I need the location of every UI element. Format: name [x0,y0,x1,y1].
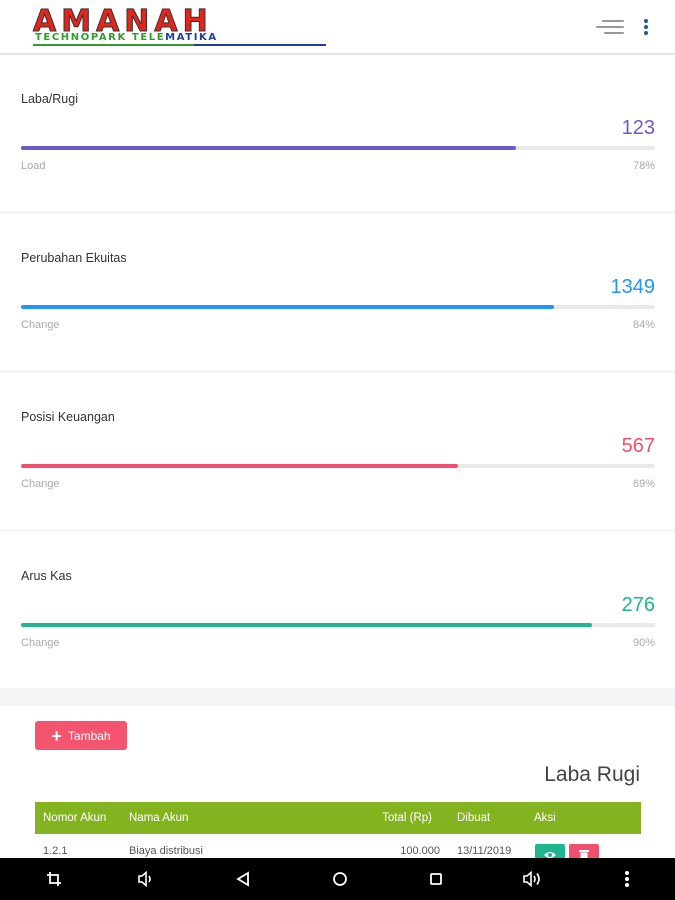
card-value: 1349 [610,276,656,298]
table-row: 1.2.1 Biaya distribusi 100.000 13/11/201… [35,834,641,858]
column-header-dibuat[interactable]: Dibuat [457,802,490,834]
more-vert-icon[interactable] [636,15,656,39]
table-header: Nomor Akun Nama Akun Total (Rp) Dibuat A… [35,802,641,834]
add-button-label: Tambah [67,728,111,743]
recents-icon[interactable] [415,858,457,900]
volume-down-icon[interactable] [125,858,167,900]
card-title: Posisi Keuangan [21,410,115,424]
cell-nama-akun: Biaya distribusi [129,845,203,857]
card-value: 567 [621,435,655,457]
eye-icon [544,852,556,858]
top-app-bar: AMANAH TECHNOPARK TELEMATIKA [0,0,675,53]
column-header-total[interactable]: Total (Rp) [382,802,432,834]
card-title: Laba/Rugi [21,92,78,106]
more-icon[interactable] [606,858,648,900]
section-title: Laba Rugi [544,763,640,786]
laba-rugi-section: + Tambah Laba Rugi Nomor Akun Nama Akun … [0,706,675,858]
card-label: Load [21,160,46,172]
progress-fill [21,623,592,627]
delete-button[interactable] [569,844,599,858]
progress-fill [21,305,554,309]
progress-track [21,146,655,150]
card-value: 276 [621,594,655,616]
progress-fill [21,146,516,150]
view-button[interactable] [535,844,565,858]
card-percent: 78% [632,160,655,172]
screenshot-icon[interactable] [33,858,75,900]
stat-card-perubahan-ekuitas: Perubahan Ekuitas 1349 Change 84% [0,214,675,370]
stat-card-laba-rugi: Laba/Rugi 123 Load 78% [0,55,675,211]
card-label: Change [21,637,60,649]
progress-fill [21,464,459,468]
card-label: Change [21,478,60,490]
column-header-aksi: Aksi [534,812,556,824]
plus-icon: + [51,725,62,746]
card-title: Perubahan Ekuitas [21,251,127,265]
amanah-logo[interactable]: AMANAH TECHNOPARK TELEMATIKA [33,4,328,46]
back-icon[interactable] [222,858,264,900]
card-label: Change [21,319,60,331]
system-navigation-bar [0,858,675,900]
add-button[interactable]: + Tambah [35,721,127,750]
trash-icon [579,850,589,858]
menu-lines-icon[interactable] [596,17,624,37]
progress-track [21,305,655,309]
card-value: 123 [621,117,655,139]
volume-up-icon[interactable] [512,858,554,900]
progress-track [21,464,655,468]
cell-total: 100.000 [400,845,440,857]
stat-card-posisi-keuangan: Posisi Keuangan 567 Change 69% [0,373,675,529]
logo-underline [33,44,326,46]
home-icon[interactable] [319,858,361,900]
card-percent: 84% [632,319,655,331]
cell-nomor-akun: 1.2.1 [43,845,68,857]
logo-sub-text: TECHNOPARK TELEMATIKA [35,32,218,43]
cell-dibuat: 13/11/2019 [457,845,512,857]
column-header-nomor-akun[interactable]: Nomor Akun [43,802,106,834]
card-percent: 90% [632,637,655,649]
stat-card-arus-kas: Arus Kas 276 Change 90% [0,532,675,688]
column-header-nama-akun[interactable]: Nama Akun [129,802,188,834]
card-percent: 69% [632,478,655,490]
progress-track [21,623,655,627]
card-title: Arus Kas [21,569,72,583]
